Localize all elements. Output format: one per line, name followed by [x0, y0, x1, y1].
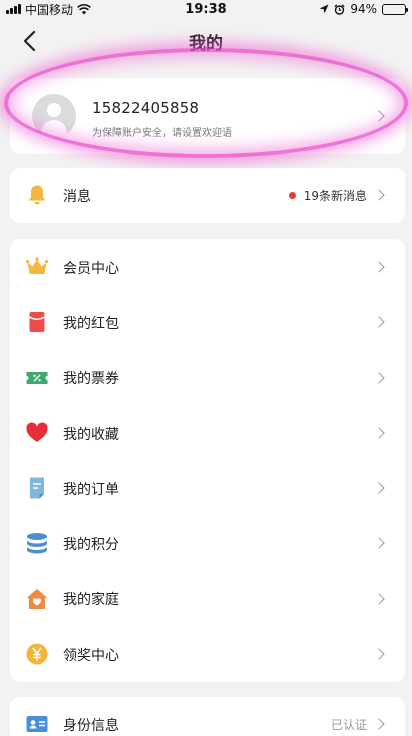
- menu-item-label: 我的红包: [63, 315, 119, 332]
- profile-card[interactable]: 15822405858 为保障账户安全，请设置欢迎语: [10, 78, 405, 154]
- menu-item-label: 我的积分: [63, 537, 119, 554]
- crown-icon: [25, 257, 49, 274]
- chevron-right-icon: [373, 593, 385, 605]
- carrier-name: 中国移动: [25, 2, 74, 17]
- new-messages-count: 19条新消息: [303, 189, 367, 203]
- yen-coin-icon: [26, 643, 48, 665]
- menu-item-label: 我的家庭: [63, 592, 119, 609]
- avatar[interactable]: [32, 94, 76, 138]
- verification-status: 已认证: [330, 718, 367, 732]
- messages-card: 消息 19条新消息: [10, 168, 405, 223]
- messages-row[interactable]: 消息 19条新消息: [10, 168, 405, 223]
- identity-card: 身份信息 已认证: [10, 697, 405, 736]
- menu-item-label: 我的收藏: [63, 426, 119, 443]
- alarm-icon: [334, 3, 345, 15]
- coupon-icon: [26, 371, 48, 384]
- menu-item-red-envelope[interactable]: 我的红包: [10, 295, 405, 350]
- home-icon: [26, 588, 48, 609]
- signal-icon: [6, 4, 21, 14]
- bell-icon: [28, 185, 46, 205]
- location-arrow-icon: [319, 4, 329, 14]
- chevron-right-icon: [373, 261, 385, 273]
- identity-label: 身份信息: [63, 717, 119, 734]
- points-stack-icon: [27, 533, 47, 554]
- heart-icon: [26, 422, 48, 442]
- menu-item-family[interactable]: 我的家庭: [10, 572, 405, 627]
- battery-icon: [382, 3, 408, 15]
- chevron-right-icon: [373, 110, 385, 122]
- chevron-right-icon: [373, 537, 385, 550]
- welcome-hint: 为保障账户安全，请设置欢迎语: [92, 128, 232, 139]
- menu-item-label: 我的票券: [63, 371, 119, 388]
- menu-item-coupons[interactable]: 我的票券: [10, 351, 405, 406]
- chevron-right-icon: [373, 718, 385, 730]
- menu-item-rewards-center[interactable]: 领奖中心: [10, 627, 405, 682]
- menu-item-orders[interactable]: 我的订单: [10, 461, 405, 516]
- chevron-right-icon: [373, 648, 385, 660]
- chevron-right-icon: [373, 371, 385, 384]
- back-arrow-icon[interactable]: [18, 28, 44, 54]
- red-envelope-icon: [29, 312, 45, 333]
- menu-item-member-center[interactable]: 会员中心: [10, 240, 405, 295]
- phone-number: 15822405858: [92, 99, 200, 117]
- messages-label: 消息: [63, 188, 91, 205]
- menu-item-label: 领奖中心: [63, 647, 119, 664]
- menu-item-points[interactable]: 我的积分: [10, 516, 405, 571]
- chevron-right-icon: [373, 189, 385, 201]
- menu-card: 会员中心 我的红包 我的票券 我的收藏 我的订单 我的积分 我的家庭 领奖中心: [10, 239, 405, 682]
- identity-row[interactable]: 身份信息 已认证: [10, 697, 405, 736]
- chevron-right-icon: [373, 316, 385, 328]
- chevron-right-icon: [373, 482, 385, 494]
- wifi-icon: [77, 3, 91, 14]
- menu-item-favorites[interactable]: 我的收藏: [10, 406, 405, 461]
- id-card-icon: [26, 716, 48, 732]
- menu-item-label: 会员中心: [63, 260, 119, 277]
- order-icon: [30, 477, 44, 499]
- chevron-right-icon: [373, 427, 385, 439]
- unread-dot: [288, 192, 296, 199]
- menu-item-label: 我的订单: [63, 481, 119, 498]
- nav-bar: 我的: [0, 18, 412, 64]
- status-bar: 中国移动 19:38 94%: [0, 0, 412, 18]
- battery-percent: 94%: [350, 2, 377, 16]
- page-title: 我的: [189, 33, 223, 54]
